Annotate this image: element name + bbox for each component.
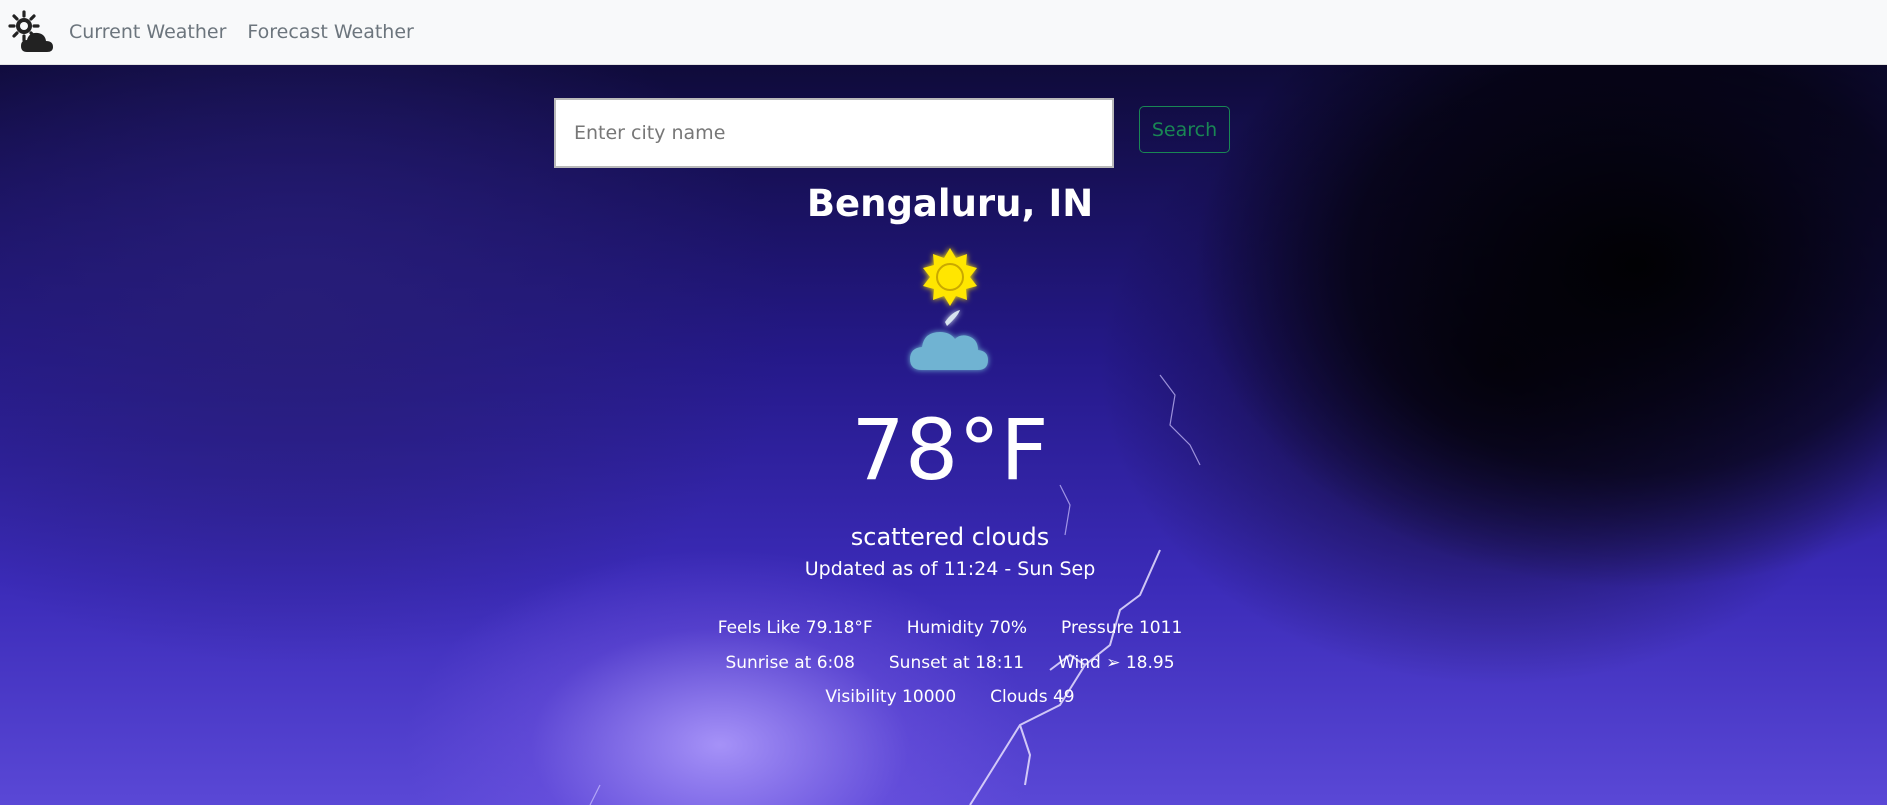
weather-hero: Search Bengaluru, IN 78°F scattered clou… bbox=[0, 65, 1887, 805]
wind: Wind ➢ 18.95 bbox=[1058, 653, 1175, 673]
navbar: Current Weather Forecast Weather bbox=[0, 0, 1887, 65]
clouds: Clouds 49 bbox=[990, 687, 1075, 707]
sun-and-cloud-night-icon bbox=[910, 248, 988, 370]
city-search-input[interactable] bbox=[554, 98, 1114, 168]
temperature: 78°F bbox=[851, 401, 1049, 499]
search-button[interactable]: Search bbox=[1139, 106, 1230, 153]
city-name: Bengaluru, IN bbox=[806, 182, 1094, 225]
feels-like: Feels Like 79.18°F bbox=[717, 618, 873, 638]
pressure: Pressure 1011 bbox=[1061, 618, 1183, 638]
sun-cloud-icon bbox=[8, 10, 53, 52]
details-row-2: Sunrise at 6:08 Sunset at 18:11 Wind ➢ 1… bbox=[0, 653, 1887, 673]
sunset: Sunset at 18:11 bbox=[888, 653, 1025, 673]
details-row-3: Visibility 10000 Clouds 49 bbox=[0, 687, 1887, 707]
nav-forecast-weather[interactable]: Forecast Weather bbox=[247, 21, 413, 43]
weather-description: scattered clouds bbox=[850, 523, 1050, 551]
details-row-1: Feels Like 79.18°F Humidity 70% Pressure… bbox=[0, 618, 1887, 638]
visibility: Visibility 10000 bbox=[825, 687, 957, 707]
humidity: Humidity 70% bbox=[906, 618, 1027, 638]
weather-icon bbox=[900, 244, 1000, 380]
sunrise: Sunrise at 6:08 bbox=[725, 653, 855, 673]
brand-logo[interactable] bbox=[4, 6, 62, 58]
nav-current-weather[interactable]: Current Weather bbox=[69, 21, 226, 43]
updated-time: Updated as of 11:24 - Sun Sep bbox=[804, 558, 1096, 580]
